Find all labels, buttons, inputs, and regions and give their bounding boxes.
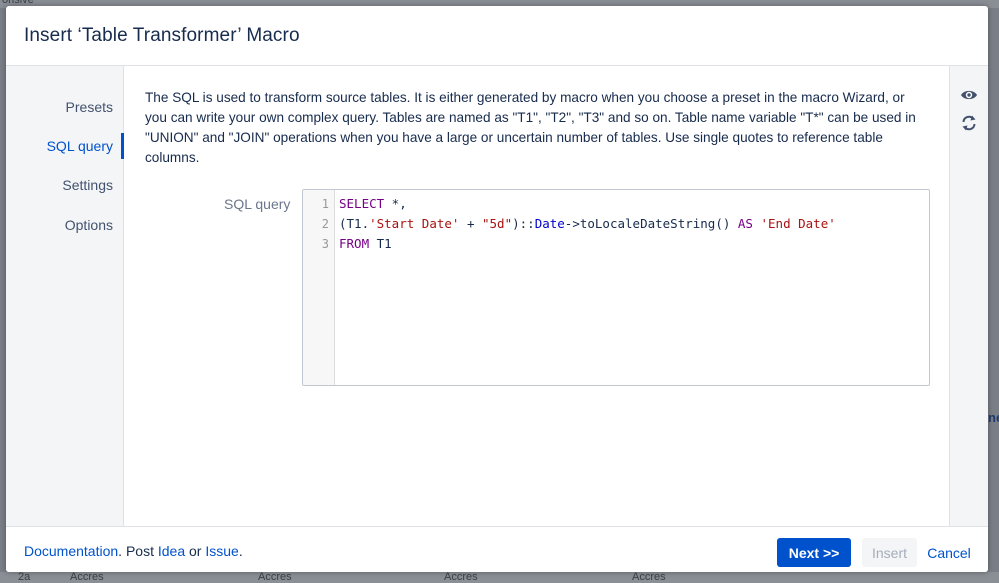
nav-item-options[interactable]: Options (6, 211, 123, 239)
code-line-1[interactable]: SELECT *, (339, 194, 407, 214)
idea-link[interactable]: Idea (158, 543, 185, 559)
background-cell: 2a (18, 572, 31, 583)
sql-description: The SQL is used to transform source tabl… (145, 90, 916, 165)
documentation-link[interactable]: Documentation (24, 543, 118, 559)
background-cell: Accres (444, 572, 478, 583)
sql-query-label: SQL query (224, 196, 291, 212)
insert-button[interactable]: Insert (862, 538, 917, 567)
code-line-3[interactable]: FROM T1 (339, 234, 392, 254)
background-cell: Accres (632, 572, 666, 583)
line-number-gutter: 1 2 3 (303, 190, 335, 385)
background-cell: Accres (258, 572, 292, 583)
nav-item-settings[interactable]: Settings (6, 171, 123, 199)
eye-icon[interactable] (960, 86, 978, 104)
side-nav: Presets SQL query Settings Options (6, 66, 124, 526)
nav-item-sql-query[interactable]: SQL query (6, 132, 124, 160)
dialog-title: Insert ‘Table Transformer’ Macro (24, 25, 300, 46)
background-table-row: 2a Accres Accres Accres Accres (0, 572, 999, 583)
line-number: 2 (321, 217, 329, 231)
line-number: 3 (321, 237, 329, 251)
background-cell: Accres (70, 572, 104, 583)
issue-link[interactable]: Issue (205, 543, 238, 559)
dialog-header: Insert ‘Table Transformer’ Macro (6, 6, 988, 66)
code-line-2[interactable]: (T1.'Start Date' + "5d")::Date->toLocale… (339, 214, 836, 234)
nav-item-presets[interactable]: Presets (6, 93, 123, 121)
refresh-icon[interactable] (960, 114, 978, 132)
cancel-button[interactable]: Cancel (924, 538, 974, 567)
line-number: 1 (321, 197, 329, 211)
right-rail (949, 66, 988, 526)
background-right-fragment: ne (988, 410, 999, 425)
dialog-footer: Documentation. Post Idea or Issue. Next … (6, 526, 988, 572)
macro-dialog: Insert ‘Table Transformer’ Macro Presets… (6, 6, 988, 572)
sql-code-editor[interactable]: 1 2 3 SELECT *, (T1.'Start Date' + "5d")… (302, 189, 930, 386)
next-button[interactable]: Next >> (777, 538, 851, 567)
footer-links: Documentation. Post Idea or Issue. (24, 543, 243, 559)
content-panel: The SQL is used to transform source tabl… (124, 66, 949, 526)
